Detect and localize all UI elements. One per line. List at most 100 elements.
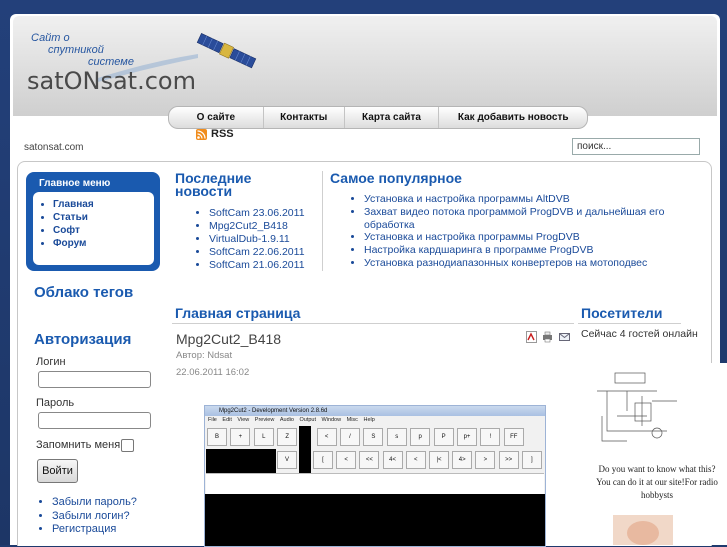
- article-author: Автор: Ndsat: [176, 350, 233, 361]
- slogan-line2: спутникой: [48, 44, 104, 56]
- screenshot-toolbar-button: p+: [457, 428, 477, 446]
- rss-icon: [196, 128, 207, 140]
- popular-item[interactable]: Захват видео потока программой ProgDVB и…: [364, 206, 694, 232]
- main-menu-title: Главное меню: [39, 178, 111, 189]
- nav-item-sitemap[interactable]: Карта сайта: [345, 107, 440, 128]
- screenshot-toolbar-button: <: [405, 451, 426, 469]
- news-item[interactable]: SoftCam 21.06.2011: [209, 259, 305, 272]
- auth-links: Забыли пароль? Забыли логин? Регистрация: [35, 496, 137, 537]
- screenshot-toolbar-button: >: [475, 451, 496, 469]
- forgot-login-link[interactable]: Забыли логин?: [52, 510, 137, 524]
- screenshot-window-title: Mpg2Cut2 - Development Version 2.8.6d: [219, 408, 328, 414]
- popular-item[interactable]: Установка и настройка программы ProgDVB: [364, 231, 694, 244]
- screenshot-video-area: [205, 494, 545, 546]
- screenshot-dark-panel: [206, 449, 276, 473]
- ad-line: Do you want to know what this?: [598, 464, 716, 474]
- login-button[interactable]: Войти: [37, 459, 78, 483]
- popular-item[interactable]: Установка разнодиапазонных конвертеров н…: [364, 257, 694, 270]
- latest-news-title-line2: новости: [175, 183, 233, 199]
- menu-item-software[interactable]: Софт: [53, 224, 154, 237]
- latest-news-list: SoftCam 23.06.2011 Mpg2Cut2_B418 Virtual…: [192, 207, 305, 272]
- rss-link[interactable]: RSS: [196, 128, 234, 140]
- menu-item-articles[interactable]: Статьи: [53, 211, 154, 224]
- screenshot-menu-item: Window: [321, 417, 342, 423]
- screenshot-menu-item: Preview: [254, 417, 275, 423]
- article-title[interactable]: Mpg2Cut2_B418: [176, 331, 281, 347]
- screenshot-toolbar-button: Z: [277, 428, 298, 446]
- screenshot-toolbar-button: <<: [359, 451, 380, 469]
- screenshot-toolbar-button: V: [277, 451, 297, 469]
- visitors-title: Посетители: [581, 305, 663, 321]
- screenshot-toolbar-button: ]: [521, 451, 542, 469]
- screenshot-toolbar-button: |<: [429, 451, 449, 469]
- popular-title: Самое популярное: [330, 170, 462, 186]
- screenshot-toolbar-button: p: [410, 428, 431, 446]
- nav-item-contacts[interactable]: Контакты: [264, 107, 345, 128]
- screenshot-menu-item: Edit: [222, 417, 232, 423]
- popular-list: Установка и настройка программы AltDVB З…: [347, 193, 694, 270]
- ad-line: hobbysts: [640, 490, 673, 500]
- login-input[interactable]: [38, 371, 151, 388]
- screenshot-toolbar-button: 4<: [382, 451, 403, 469]
- circuit-diagram-icon: [597, 372, 677, 442]
- popular-item-text-cont: обработка: [364, 218, 415, 231]
- menu-item-forum[interactable]: Форум: [53, 237, 154, 250]
- screenshot-toolbar-button: /: [340, 428, 360, 446]
- screenshot-titlebar: Mpg2Cut2 - Development Version 2.8.6d: [205, 406, 545, 416]
- email-icon[interactable]: [559, 331, 570, 343]
- screenshot-toolbar-button: s: [386, 428, 407, 446]
- password-input[interactable]: [38, 412, 151, 429]
- news-item[interactable]: VirtualDub-1.9.11: [209, 233, 305, 246]
- ad-caption[interactable]: Do you want to know what this? You can d…: [587, 463, 727, 502]
- password-label: Пароль: [36, 397, 75, 409]
- ad-photo: [613, 515, 673, 545]
- nav-item-about[interactable]: О сайте: [169, 107, 264, 128]
- article-screenshot: Mpg2Cut2 - Development Version 2.8.6d Fi…: [204, 405, 546, 547]
- screenshot-menubar: File Edit View Preview Audio Output Wind…: [205, 416, 545, 425]
- screenshot-menu-item: View: [237, 417, 250, 423]
- forgot-password-link[interactable]: Забыли пароль?: [52, 496, 137, 510]
- column-divider: [322, 171, 323, 271]
- top-navigation: О сайте Контакты Карта сайта Как добавит…: [168, 106, 588, 129]
- site-logo[interactable]: satONsat.com: [27, 67, 196, 95]
- main-menu-box: Главная Статьи Софт Форум: [33, 192, 154, 265]
- screenshot-toolbar-button: !: [480, 428, 501, 446]
- screenshot-menu-item: Output: [299, 417, 316, 423]
- screenshot-menu-item: Audio: [279, 417, 294, 423]
- screenshot-toolbar-button: [: [313, 451, 333, 469]
- screenshot-toolbar-button: P: [433, 428, 454, 446]
- screenshot-toolbar-button: +: [230, 428, 251, 446]
- news-item[interactable]: SoftCam 23.06.2011: [209, 207, 305, 220]
- ad-banner[interactable]: [585, 363, 727, 545]
- print-icon[interactable]: [542, 331, 553, 343]
- popular-item[interactable]: Настройка кардшаринга в программе ProgDV…: [364, 244, 694, 257]
- article-date: 22.06.2011 16:02: [176, 367, 250, 378]
- screenshot-toolbar-button: <: [316, 428, 337, 446]
- search-input[interactable]: [572, 138, 700, 155]
- nav-item-add-news[interactable]: Как добавить новость: [439, 107, 587, 128]
- screenshot-toolbar-button: FF: [503, 428, 524, 446]
- news-item[interactable]: SoftCam 22.06.2011: [209, 246, 305, 259]
- rss-label: RSS: [211, 128, 234, 140]
- main-menu: Главное меню Главная Статьи Софт Форум: [26, 172, 160, 271]
- slogan-line1: Сайт о: [31, 32, 70, 44]
- remember-label: Запомнить меня: [36, 439, 121, 451]
- screenshot-toolbar-button: <: [336, 451, 357, 469]
- popular-item-text: Захват видео потока программой ProgDVB и…: [364, 205, 665, 218]
- screenshot-toolbar-button: 4>: [452, 451, 473, 469]
- menu-item-home[interactable]: Главная: [53, 198, 154, 211]
- login-label: Логин: [36, 356, 66, 368]
- divider: [172, 323, 574, 324]
- main-page-title: Главная страница: [175, 305, 301, 321]
- screenshot-toolbar-button: >>: [498, 451, 519, 469]
- screenshot-toolbar-button: L: [253, 428, 274, 446]
- popular-item[interactable]: Установка и настройка программы AltDVB: [364, 193, 694, 206]
- pdf-icon[interactable]: [526, 331, 537, 343]
- register-link[interactable]: Регистрация: [52, 523, 137, 537]
- news-item[interactable]: Mpg2Cut2_B418: [209, 220, 305, 233]
- divider: [578, 323, 681, 324]
- visitors-count: Сейчас 4 гостей онлайн: [581, 328, 698, 340]
- remember-checkbox[interactable]: [121, 439, 134, 452]
- auth-title: Авторизация: [34, 331, 132, 348]
- screenshot-toolbar-button: S: [363, 428, 384, 446]
